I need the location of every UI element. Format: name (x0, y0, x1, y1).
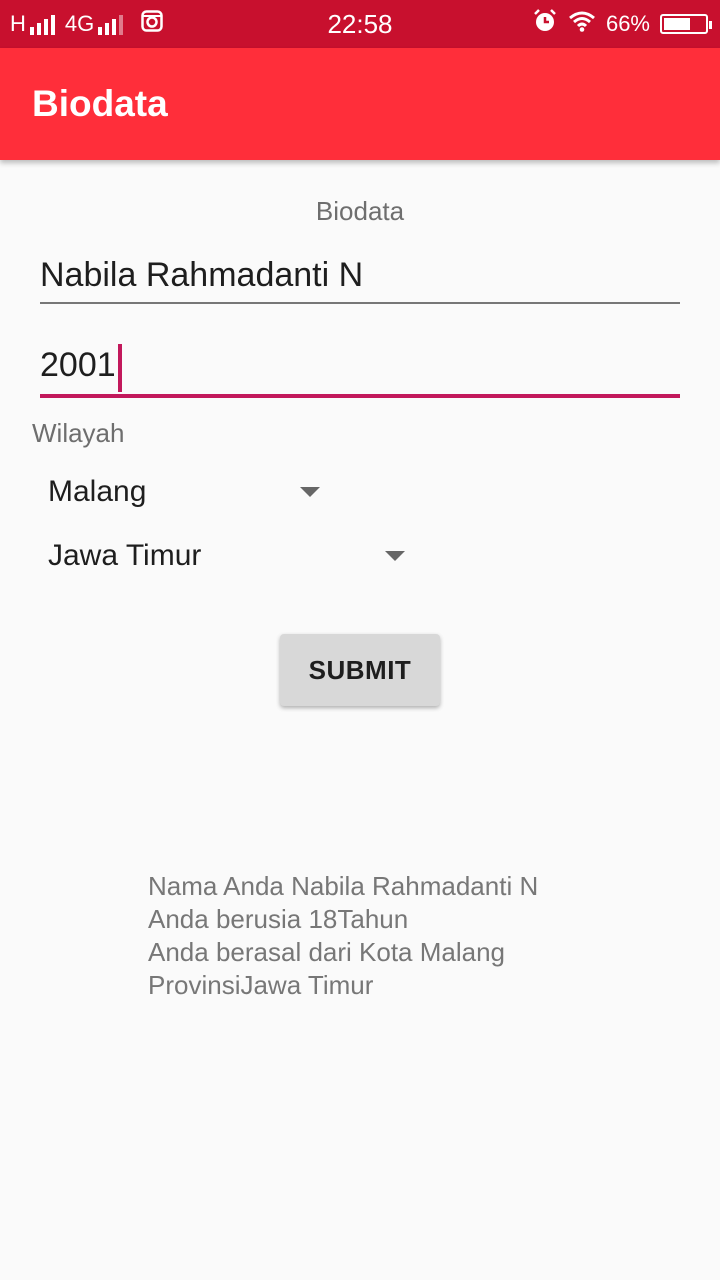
status-bar: H 4G 22:58 66% (0, 0, 720, 48)
app-bar: Biodata (0, 48, 720, 160)
battery-icon (660, 14, 712, 34)
result-line-city: Anda berasal dari Kota Malang (148, 937, 506, 967)
birth-year-input-value: 2001 (40, 346, 116, 384)
name-input-value: Nabila Rahmadanti N (40, 256, 364, 294)
dropdown-arrow-icon (300, 487, 320, 497)
birth-year-field[interactable]: 2001 (40, 343, 680, 398)
name-field[interactable]: Nabila Rahmadanti N (40, 256, 680, 304)
birth-year-field-underline (40, 394, 680, 398)
result-text: Nama Anda Nabila Rahmadanti N Anda berus… (148, 870, 538, 1002)
province-selected-value: Jawa Timur (48, 539, 202, 572)
name-field-underline (40, 302, 680, 304)
province-dropdown[interactable]: Jawa Timur (48, 536, 408, 576)
alarm-icon (532, 8, 558, 40)
wifi-icon (568, 10, 596, 38)
city-selected-value: Malang (48, 475, 147, 508)
result-line-province: ProvinsiJawa Timur (148, 970, 374, 1000)
battery-percent: 66% (605, 11, 650, 36)
submit-button[interactable]: SUBMIT (280, 634, 440, 706)
text-cursor (117, 343, 122, 392)
dropdown-arrow-icon (385, 551, 405, 561)
status-right: 66% (532, 0, 712, 48)
form-heading: Biodata (315, 196, 405, 226)
result-line-age: Anda berusia 18Tahun (148, 904, 409, 934)
city-dropdown[interactable]: Malang (48, 472, 328, 512)
wilayah-label: Wilayah (32, 418, 125, 448)
app-title: Biodata (32, 83, 168, 124)
result-line-name: Nama Anda Nabila Rahmadanti N (148, 871, 539, 901)
